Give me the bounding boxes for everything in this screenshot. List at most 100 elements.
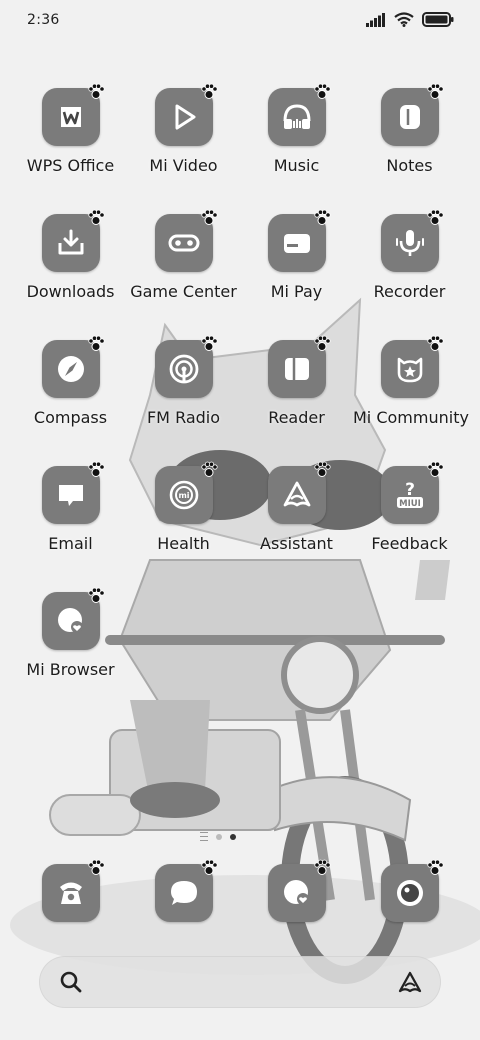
app-label: Compass bbox=[33, 408, 108, 427]
recorder-tile[interactable] bbox=[380, 209, 444, 272]
paw-badge-icon bbox=[87, 461, 105, 477]
app-feedback[interactable]: ? MIUI Feedback bbox=[353, 461, 466, 553]
app-label: Reader bbox=[268, 408, 325, 427]
assistant-icon[interactable] bbox=[397, 970, 423, 994]
app-label: Mi Pay bbox=[270, 282, 323, 301]
paw-badge-icon bbox=[426, 859, 444, 875]
mi-community-tile[interactable] bbox=[380, 335, 444, 398]
paw-badge-icon bbox=[87, 209, 105, 225]
paw-badge-icon bbox=[200, 209, 218, 225]
messages-tile[interactable] bbox=[154, 859, 218, 922]
paw-badge-icon bbox=[200, 859, 218, 875]
page-dot[interactable] bbox=[216, 833, 222, 840]
app-label: Mi Video bbox=[149, 156, 218, 175]
phone-tile[interactable] bbox=[41, 859, 105, 922]
downloads-tile[interactable] bbox=[41, 209, 105, 272]
notes-icon bbox=[399, 105, 420, 129]
app-email[interactable]: Email bbox=[14, 461, 127, 553]
camera-tile[interactable] bbox=[380, 859, 444, 922]
app-compass[interactable]: Compass bbox=[14, 335, 127, 427]
assistant-icon bbox=[283, 481, 310, 507]
app-label: Notes bbox=[386, 156, 433, 175]
paw-badge-icon bbox=[313, 859, 331, 875]
music-tile[interactable] bbox=[267, 83, 331, 146]
notes-tile[interactable] bbox=[380, 83, 444, 146]
paw-badge-icon bbox=[200, 83, 218, 99]
play-icon bbox=[175, 104, 195, 130]
assistant-tile[interactable] bbox=[267, 461, 331, 524]
app-label: Health bbox=[157, 534, 210, 553]
app-notes[interactable]: Notes bbox=[353, 83, 466, 175]
reader-tile[interactable] bbox=[267, 335, 331, 398]
app-game-center[interactable]: Game Center bbox=[127, 209, 240, 301]
paw-badge-icon bbox=[426, 209, 444, 225]
search-icon[interactable] bbox=[59, 970, 83, 994]
app-mi-pay[interactable]: Mi Pay bbox=[240, 209, 353, 301]
mi-browser-tile[interactable] bbox=[41, 587, 105, 650]
phone-icon bbox=[59, 882, 82, 904]
app-mi-community[interactable]: Mi Community bbox=[353, 335, 469, 427]
app-label: Email bbox=[48, 534, 93, 553]
app-label: WPS Office bbox=[26, 156, 115, 175]
email-tile[interactable] bbox=[41, 461, 105, 524]
paw-badge-icon bbox=[87, 335, 105, 351]
camera-icon bbox=[396, 880, 423, 906]
browser-icon bbox=[57, 608, 83, 633]
feed-page-indicator[interactable] bbox=[200, 832, 208, 841]
health-badge-text: mi bbox=[178, 491, 189, 500]
app-label: FM Radio bbox=[146, 408, 221, 427]
search-bar[interactable] bbox=[39, 956, 441, 1008]
wallet-icon bbox=[283, 234, 310, 253]
app-mi-video[interactable]: Mi Video bbox=[127, 83, 240, 175]
app-recorder[interactable]: Recorder bbox=[353, 209, 466, 301]
health-tile[interactable]: mi bbox=[154, 461, 218, 524]
app-label: Feedback bbox=[371, 534, 448, 553]
dock-messages[interactable] bbox=[127, 859, 240, 922]
app-music[interactable]: Music bbox=[240, 83, 353, 175]
app-label: Assistant bbox=[260, 534, 333, 553]
wifi-icon bbox=[394, 12, 414, 27]
paw-badge-icon bbox=[313, 209, 331, 225]
app-fm-radio[interactable]: FM Radio bbox=[127, 335, 240, 427]
microphone-icon bbox=[395, 230, 424, 256]
game-center-tile[interactable] bbox=[154, 209, 218, 272]
status-bar: 2:36 bbox=[0, 0, 480, 44]
dock-browser[interactable] bbox=[240, 859, 353, 922]
health-icon: mi bbox=[169, 480, 198, 510]
paw-badge-icon bbox=[200, 461, 218, 477]
paw-badge-icon bbox=[426, 335, 444, 351]
book-icon bbox=[284, 358, 309, 380]
app-health[interactable]: mi Health bbox=[127, 461, 240, 553]
browser-icon bbox=[283, 880, 309, 905]
feedback-badge-text: MIUI bbox=[399, 499, 421, 509]
paw-badge-icon bbox=[313, 83, 331, 99]
gamepad-icon bbox=[168, 234, 199, 252]
radio-icon bbox=[169, 354, 198, 384]
dock-phone[interactable] bbox=[14, 859, 127, 922]
mi-video-tile[interactable] bbox=[154, 83, 218, 146]
compass-tile[interactable] bbox=[41, 335, 105, 398]
dock-camera[interactable] bbox=[353, 859, 466, 922]
wps-icon bbox=[60, 107, 81, 127]
app-mi-browser[interactable]: Mi Browser bbox=[14, 587, 127, 679]
fm-radio-tile[interactable] bbox=[154, 335, 218, 398]
dock-browser-tile[interactable] bbox=[267, 859, 331, 922]
app-assistant[interactable]: Assistant bbox=[240, 461, 353, 553]
chat-bubble-icon bbox=[58, 485, 83, 506]
feedback-tile[interactable]: ? MIUI bbox=[380, 461, 444, 524]
community-icon bbox=[397, 357, 422, 383]
page-dot-active[interactable] bbox=[230, 833, 236, 840]
message-icon bbox=[170, 881, 197, 905]
app-wps-office[interactable]: WPS Office bbox=[14, 83, 127, 175]
compass-icon bbox=[57, 356, 84, 382]
app-label: Mi Community bbox=[353, 408, 469, 427]
app-label: Downloads bbox=[26, 282, 115, 301]
wps-office-tile[interactable] bbox=[41, 83, 105, 146]
status-time: 2:36 bbox=[27, 12, 60, 28]
battery-icon bbox=[422, 12, 454, 27]
mi-pay-tile[interactable] bbox=[267, 209, 331, 272]
page-indicator[interactable] bbox=[200, 832, 236, 841]
app-downloads[interactable]: Downloads bbox=[14, 209, 127, 301]
app-reader[interactable]: Reader bbox=[240, 335, 353, 427]
paw-badge-icon bbox=[313, 335, 331, 351]
